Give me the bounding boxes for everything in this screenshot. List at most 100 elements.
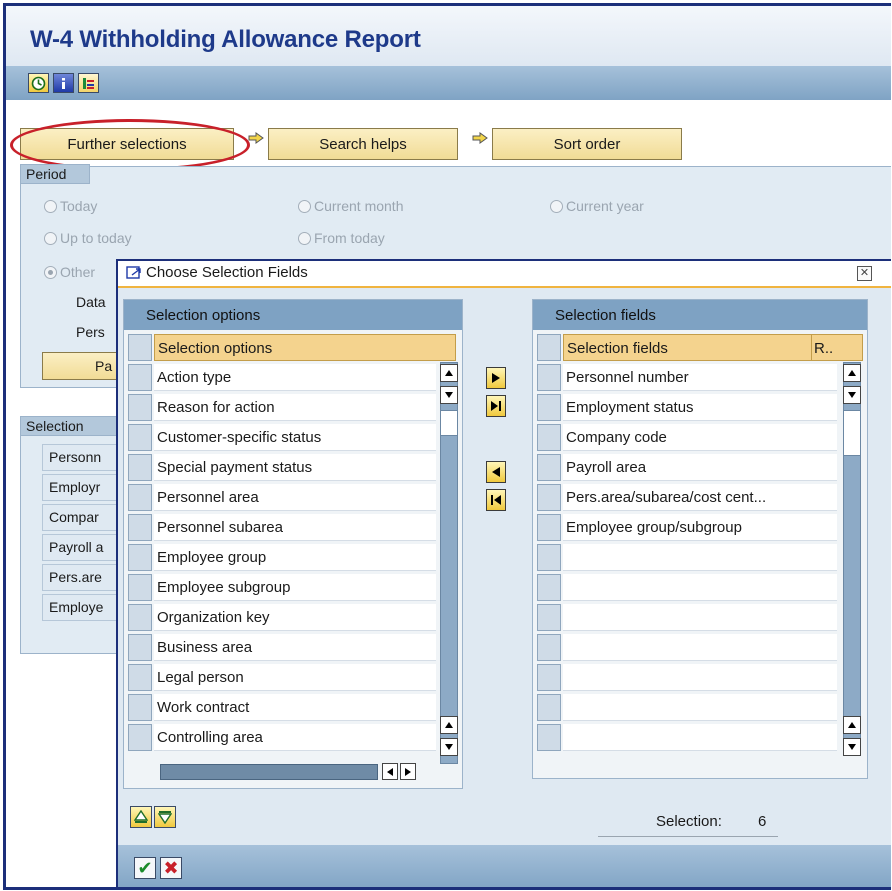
empty-list-item[interactable]	[533, 722, 867, 752]
list-item[interactable]: Company code	[533, 422, 867, 452]
row-select-box[interactable]	[128, 544, 152, 571]
row-select-box[interactable]	[537, 424, 561, 451]
sort-order-button[interactable]: Sort order	[492, 128, 682, 160]
scroll-left-icon[interactable]	[382, 763, 398, 780]
empty-list-item[interactable]	[533, 602, 867, 632]
sort-ascending-icon[interactable]	[130, 806, 152, 828]
row-select-box[interactable]	[128, 664, 152, 691]
period-pa-button[interactable]: Pa	[42, 352, 122, 380]
list-item[interactable]: Reason for action	[124, 392, 462, 422]
list-item[interactable]: Legal person	[124, 662, 462, 692]
list-item[interactable]: Employee group	[124, 542, 462, 572]
application-toolbar	[6, 66, 891, 100]
row-select-box[interactable]	[128, 634, 152, 661]
left-table-title: Selection options	[146, 307, 261, 324]
radio-other[interactable]: Other	[44, 264, 95, 280]
selection-variants-icon[interactable]	[78, 73, 99, 93]
scroll-up-icon[interactable]	[843, 364, 861, 382]
information-icon[interactable]	[53, 73, 74, 93]
row-select-box[interactable]	[537, 364, 561, 391]
empty-list-item[interactable]	[533, 692, 867, 722]
left-scroll-thumb[interactable]	[440, 410, 458, 436]
empty-list-item[interactable]	[533, 542, 867, 572]
row-select-box[interactable]	[128, 514, 152, 541]
scroll-down-icon[interactable]	[843, 738, 861, 756]
empty-list-item[interactable]	[533, 632, 867, 662]
right-column-header-r[interactable]: R..	[811, 334, 863, 361]
list-item[interactable]: Employment status	[533, 392, 867, 422]
right-column-header[interactable]: Selection fields	[563, 334, 837, 361]
selection-field-label	[563, 664, 837, 691]
row-select-box[interactable]	[128, 484, 152, 511]
list-item[interactable]: Personnel subarea	[124, 512, 462, 542]
list-item[interactable]: Customer-specific status	[124, 422, 462, 452]
list-item[interactable]: Employee group/subgroup	[533, 512, 867, 542]
radio-current-month[interactable]: Current month	[298, 198, 403, 214]
empty-list-item[interactable]	[533, 572, 867, 602]
move-all-right-icon[interactable]	[486, 395, 506, 417]
list-item[interactable]: Special payment status	[124, 452, 462, 482]
list-item[interactable]: Action type	[124, 362, 462, 392]
scroll-down-icon[interactable]	[440, 386, 458, 404]
list-item[interactable]: Payroll area	[533, 452, 867, 482]
radio-up-to-today[interactable]: Up to today	[44, 230, 132, 246]
move-left-icon[interactable]	[486, 461, 506, 483]
scroll-up-icon[interactable]	[843, 716, 861, 734]
list-item[interactable]: Organization key	[124, 602, 462, 632]
row-select-box[interactable]	[128, 694, 152, 721]
close-icon[interactable]: ✕	[857, 266, 872, 281]
list-item[interactable]: Personnel number	[533, 362, 867, 392]
row-select-box[interactable]	[537, 394, 561, 421]
left-column-header[interactable]: Selection options	[154, 334, 456, 361]
selection-option-label: Employee subgroup	[154, 574, 436, 601]
row-select-box[interactable]	[537, 484, 561, 511]
scroll-down-icon[interactable]	[843, 386, 861, 404]
confirm-check-icon[interactable]: ✔	[134, 857, 156, 879]
list-item[interactable]: Work contract	[124, 692, 462, 722]
scroll-up-icon[interactable]	[440, 364, 458, 382]
selection-field-label	[563, 634, 837, 661]
radio-current-year[interactable]: Current year	[550, 198, 644, 214]
cancel-x-icon[interactable]: ✖	[160, 857, 182, 879]
row-select-box[interactable]	[128, 454, 152, 481]
search-helps-button[interactable]: Search helps	[268, 128, 458, 160]
row-select-box[interactable]	[537, 694, 561, 721]
empty-list-item[interactable]	[533, 662, 867, 692]
list-item[interactable]: Business area	[124, 632, 462, 662]
radio-today[interactable]: Today	[44, 198, 97, 214]
row-select-box[interactable]	[537, 634, 561, 661]
move-all-left-icon[interactable]	[486, 489, 506, 511]
row-select-box[interactable]	[128, 604, 152, 631]
radio-up-to-today-label: Up to today	[60, 230, 132, 246]
scroll-down-icon[interactable]	[440, 738, 458, 756]
row-select-box[interactable]	[128, 394, 152, 421]
right-scroll-thumb[interactable]	[843, 410, 861, 456]
execute-clock-icon[interactable]	[28, 73, 49, 93]
move-right-icon[interactable]	[486, 367, 506, 389]
sort-descending-icon[interactable]	[154, 806, 176, 828]
radio-from-today[interactable]: From today	[298, 230, 385, 246]
row-select-box[interactable]	[128, 724, 152, 751]
row-select-box[interactable]	[537, 454, 561, 481]
row-select-box[interactable]	[537, 514, 561, 541]
row-select-box[interactable]	[537, 664, 561, 691]
scroll-up-icon[interactable]	[440, 716, 458, 734]
select-all-box[interactable]	[537, 334, 561, 361]
row-select-box[interactable]	[537, 544, 561, 571]
list-item[interactable]: Controlling area	[124, 722, 462, 752]
list-item[interactable]: Personnel area	[124, 482, 462, 512]
row-select-box[interactable]	[128, 364, 152, 391]
left-horizontal-scrollbar[interactable]	[160, 764, 378, 780]
scroll-right-icon[interactable]	[400, 763, 416, 780]
select-all-box[interactable]	[128, 334, 152, 361]
radio-icon	[44, 200, 57, 213]
list-item[interactable]: Pers.area/subarea/cost cent...	[533, 482, 867, 512]
row-select-box[interactable]	[537, 604, 561, 631]
row-select-box[interactable]	[537, 574, 561, 601]
row-select-box[interactable]	[128, 574, 152, 601]
row-select-box[interactable]	[537, 724, 561, 751]
radio-icon	[298, 200, 311, 213]
selection-option-label: Work contract	[154, 694, 436, 721]
row-select-box[interactable]	[128, 424, 152, 451]
list-item[interactable]: Employee subgroup	[124, 572, 462, 602]
